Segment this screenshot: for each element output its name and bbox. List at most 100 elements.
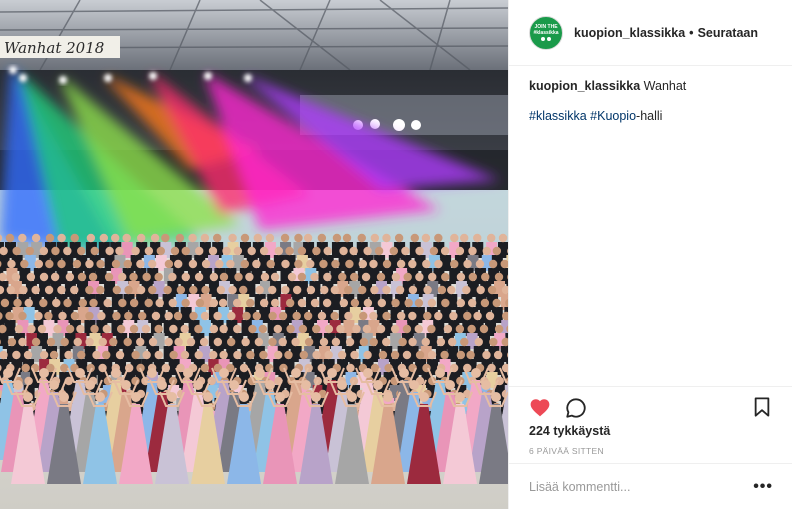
- likes-count[interactable]: 224 tykkäystä: [529, 424, 610, 438]
- crowd-head: [102, 324, 111, 334]
- gown-head: [229, 380, 239, 390]
- gown-head: [455, 392, 465, 402]
- crowd-head: [428, 272, 437, 282]
- crowd-head: [51, 246, 60, 256]
- crowd-head: [338, 272, 347, 282]
- crowd-head: [164, 311, 173, 321]
- crowd-head: [284, 350, 293, 360]
- gown-head: [95, 392, 105, 402]
- crowd-head: [85, 311, 94, 321]
- crowd-head: [216, 285, 226, 295]
- crowd-head: [117, 272, 127, 282]
- crowd-head: [492, 298, 501, 308]
- crowd-head: [460, 337, 469, 347]
- crowd-head: [156, 246, 166, 256]
- following-button[interactable]: Seurataan: [698, 26, 758, 40]
- crowd-head: [382, 259, 392, 269]
- crowd-head: [180, 324, 189, 334]
- crowd-head: [475, 259, 485, 269]
- crowd-head: [90, 246, 99, 256]
- crowd-head: [174, 259, 183, 269]
- crowd-head: [12, 350, 21, 360]
- crowd-head: [352, 324, 361, 334]
- crowd-head: [37, 324, 47, 334]
- crowd-head: [45, 233, 55, 243]
- crowd-head: [45, 259, 54, 269]
- header-separator: •: [689, 25, 694, 40]
- hashtag-link-klassikka[interactable]: #klassikka: [529, 109, 587, 123]
- comment-bubble-icon[interactable]: [565, 397, 587, 424]
- gown-head: [481, 380, 491, 390]
- crowd-head: [248, 324, 257, 334]
- crowd-head: [319, 259, 328, 269]
- more-options-icon[interactable]: •••: [753, 478, 773, 494]
- crowd-head: [34, 259, 44, 269]
- avatar[interactable]: JOIN THE #klassikka: [529, 15, 563, 50]
- bookmark-icon[interactable]: [753, 397, 771, 422]
- crowd-head: [280, 233, 290, 243]
- crowd-head: [468, 272, 478, 282]
- crowd-head: [274, 246, 284, 256]
- crowd-head: [493, 350, 503, 360]
- crowd-head: [60, 337, 69, 347]
- crowd-head: [382, 233, 391, 243]
- crowd-head: [63, 246, 72, 256]
- crowd-head: [447, 285, 456, 295]
- crowd-head: [6, 285, 15, 295]
- crowd-head: [169, 324, 178, 334]
- crowd-head: [14, 324, 24, 334]
- gown-head: [193, 380, 203, 390]
- crowd-head: [122, 233, 131, 243]
- crowd-head: [208, 246, 218, 256]
- crowd-head: [124, 311, 133, 321]
- crowd-head: [310, 272, 319, 282]
- post-timestamp[interactable]: 6 päivää sitten: [529, 446, 604, 456]
- crowd-head: [222, 246, 231, 256]
- crowd-head: [189, 285, 198, 295]
- heart-icon[interactable]: [529, 397, 551, 422]
- crowd-head: [312, 350, 321, 360]
- crowd-head: [102, 350, 111, 360]
- gown-head: [435, 368, 445, 378]
- crowd-head: [44, 285, 54, 295]
- crowd-head: [336, 324, 345, 334]
- gown-head: [311, 392, 321, 402]
- crowd-head: [118, 298, 127, 308]
- crowd-head: [268, 337, 277, 347]
- crowd-head: [270, 298, 280, 308]
- hashtag-link-kuopio[interactable]: #Kuopio: [590, 109, 636, 123]
- gown-head: [491, 392, 501, 402]
- crowd-head: [253, 233, 263, 243]
- crowd-head: [363, 246, 372, 256]
- crowd-head: [5, 311, 14, 321]
- gown-head: [183, 368, 193, 378]
- crowd-head: [112, 285, 122, 295]
- crowd-head: [358, 259, 368, 269]
- gown-head: [121, 380, 131, 390]
- crowd-head: [227, 311, 236, 321]
- crowd-head: [358, 285, 367, 295]
- crowd-head: [89, 298, 98, 308]
- add-comment-input[interactable]: [529, 479, 754, 494]
- crowd-head: [7, 259, 16, 269]
- spotlight: [59, 76, 67, 84]
- crowd-head: [123, 337, 132, 347]
- crowd-head: [460, 233, 469, 243]
- crowd-head: [85, 259, 94, 269]
- crowd-head: [115, 246, 124, 256]
- header-username[interactable]: kuopion_klassikka: [574, 26, 685, 40]
- action-bar: [509, 386, 792, 426]
- crowd-head: [473, 311, 482, 321]
- crowd-head: [398, 337, 407, 347]
- crowd-head: [363, 298, 373, 308]
- crowd-head: [422, 259, 431, 269]
- crowd-head: [415, 272, 424, 282]
- crowd-head: [322, 298, 332, 308]
- crowd-head: [78, 298, 88, 308]
- crowd-head: [369, 259, 378, 269]
- post-photo[interactable]: Wanhat 2018: [0, 0, 508, 509]
- crowd-head: [200, 311, 210, 321]
- crowd-head: [246, 298, 255, 308]
- caption-username[interactable]: kuopion_klassikka: [529, 79, 640, 93]
- gown-head: [13, 380, 23, 390]
